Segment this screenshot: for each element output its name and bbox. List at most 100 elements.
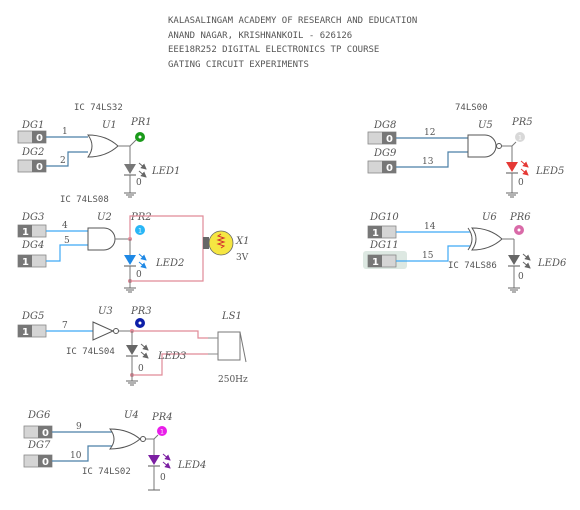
or-gate-symbol xyxy=(87,134,119,158)
switch-value: 1 xyxy=(372,257,379,268)
nor-gate-circuit: DG6 0 DG7 0 9 10 U4 IC 74LS02 PR4 1 LED4… xyxy=(23,410,206,491)
wire xyxy=(502,141,517,147)
led-value: 0 xyxy=(160,473,166,483)
switch-value: 0 xyxy=(386,163,393,174)
header-line-3: EEE18R252 DIGITAL ELECTRONICS TP COURSE xyxy=(168,45,379,55)
digital-switch-dg9[interactable]: 0 xyxy=(367,160,397,174)
led-icon xyxy=(148,453,171,469)
switch-label: DG11 xyxy=(369,240,399,251)
switch-label: DG2 xyxy=(21,147,44,158)
switch-value: 1 xyxy=(22,327,29,338)
xor-gate-circuit: DG10 1 DG11 1 14 15 U6 IC 74LS86 PR6 LED… xyxy=(363,212,567,293)
wire xyxy=(52,445,112,462)
nor-gate-symbol xyxy=(108,428,141,450)
digital-switch-dg2[interactable]: 0 xyxy=(17,159,47,173)
or-gate-circuit: IC 74LS32 DG1 0 DG2 0 1 2 U1 PR1 LED1 0 xyxy=(17,103,180,198)
led-icon xyxy=(124,162,147,178)
pin-label: 14 xyxy=(424,222,436,232)
probe-label: PR6 xyxy=(509,212,531,223)
led-icon xyxy=(508,253,531,269)
and-gate-symbol xyxy=(87,227,116,251)
probe-label: PR3 xyxy=(130,306,152,317)
probe-value: 1 xyxy=(518,135,522,142)
led-label: LED4 xyxy=(177,460,206,471)
buzzer-label: LS1 xyxy=(221,311,242,322)
switch-label: DG9 xyxy=(373,148,397,159)
inversion-bubble xyxy=(113,328,119,334)
probe-value: 1 xyxy=(138,228,142,235)
ground-icon xyxy=(126,380,138,386)
ground-icon xyxy=(124,287,136,293)
pin-label: 4 xyxy=(62,221,68,231)
led-value: 0 xyxy=(136,270,142,280)
gate-label: U3 xyxy=(98,306,113,317)
gate-label: U6 xyxy=(482,212,497,223)
led-label: LED1 xyxy=(151,166,180,177)
digital-switch-dg3[interactable]: 1 xyxy=(17,224,47,238)
ic-label: IC 74LS32 xyxy=(74,103,123,113)
probe-dot xyxy=(138,135,142,139)
ic-label: 74LS00 xyxy=(455,103,488,113)
led-value: 0 xyxy=(136,178,142,188)
digital-switch-dg4[interactable]: 1 xyxy=(17,254,47,268)
wire xyxy=(146,434,159,440)
probe-label: PR1 xyxy=(130,117,152,128)
led-label: LED6 xyxy=(537,258,567,269)
pin-label: 13 xyxy=(422,157,434,167)
led-label: LED3 xyxy=(157,351,186,362)
switch-label: DG8 xyxy=(373,120,396,131)
probe-dot xyxy=(517,228,521,232)
switch-value: 1 xyxy=(22,227,29,238)
buzzer-icon xyxy=(208,331,247,363)
lamp-label: X1 xyxy=(235,236,249,247)
led-value: 0 xyxy=(518,178,524,188)
switch-value: 0 xyxy=(42,428,49,439)
wire xyxy=(118,139,137,147)
led-value: 0 xyxy=(518,272,524,282)
ic-label: IC 74LS86 xyxy=(448,261,497,271)
switch-value: 0 xyxy=(36,133,43,144)
switch-value: 0 xyxy=(42,457,49,468)
switch-label: DG5 xyxy=(21,311,44,322)
digital-switch-dg10[interactable]: 1 xyxy=(367,225,397,239)
digital-switch-dg6[interactable]: 0 xyxy=(23,425,53,439)
wire xyxy=(132,330,208,339)
digital-switch-dg5[interactable]: 1 xyxy=(17,324,47,338)
probe-label: PR4 xyxy=(151,412,173,423)
nand-gate-circuit: 74LS00 DG8 0 DG9 0 12 13 U5 PR5 1 LED5 0 xyxy=(367,103,564,198)
switch-label: DG4 xyxy=(21,240,44,251)
led-icon xyxy=(124,253,147,269)
header-line-2: ANAND NAGAR, KRISHNANKOIL - 626126 xyxy=(168,31,352,41)
pin-label: 5 xyxy=(64,236,70,246)
inversion-bubble xyxy=(140,436,146,442)
pin-label: 7 xyxy=(62,321,68,331)
header-block: KALASALINGAM ACADEMY OF RESEARCH AND EDU… xyxy=(168,16,417,70)
probe-value: 1 xyxy=(160,429,164,436)
xor-gate-symbol xyxy=(471,227,503,251)
lamp-icon xyxy=(203,230,234,256)
switch-label: DG1 xyxy=(21,120,44,131)
gate-label: U1 xyxy=(102,120,117,131)
ground-icon xyxy=(124,192,136,198)
pin-label: 1 xyxy=(62,127,68,137)
pin-label: 2 xyxy=(60,156,66,166)
probe-dot xyxy=(138,321,142,325)
header-line-4: GATING CIRCUIT EXPERIMENTS xyxy=(168,60,309,70)
gate-label: U4 xyxy=(124,410,139,421)
digital-switch-dg8[interactable]: 0 xyxy=(367,131,397,145)
digital-switch-dg7[interactable]: 0 xyxy=(23,454,53,468)
led-label: LED5 xyxy=(535,166,564,177)
schematic-canvas: KALASALINGAM ACADEMY OF RESEARCH AND EDU… xyxy=(0,0,580,510)
gate-label: U5 xyxy=(478,120,493,131)
probe-label: PR2 xyxy=(130,212,152,223)
switch-value: 0 xyxy=(36,162,43,173)
ground-icon xyxy=(508,287,520,293)
not-gate-symbol xyxy=(92,321,115,341)
digital-switch-dg11[interactable]: 1 xyxy=(367,254,397,268)
ic-label: IC 74LS02 xyxy=(82,467,131,477)
xor-gate-back-curve xyxy=(467,227,473,251)
digital-switch-dg1[interactable]: 0 xyxy=(17,130,47,144)
nand-gate-symbol xyxy=(467,134,497,158)
wire xyxy=(46,151,88,167)
schematic-svg: KALASALINGAM ACADEMY OF RESEARCH AND EDU… xyxy=(17,16,567,491)
